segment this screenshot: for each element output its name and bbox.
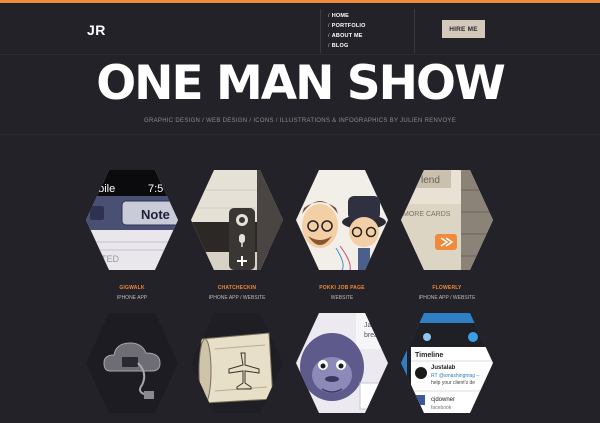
site-header: JR / HOME / PORTFOLIO / ABOUT ME / BLOG HIRE… <box>0 3 600 55</box>
portfolio-subtitle: IPHONE APP / WEBSITE <box>208 295 266 301</box>
twitter-art-timeline: Timeline <box>415 352 443 359</box>
portfolio-title[interactable]: CHATCHECKIN <box>182 285 292 291</box>
twitter-art-user: cjdowner <box>431 397 455 403</box>
gorilla-art-text: Ja <box>364 322 372 329</box>
bubble-icon <box>468 332 478 342</box>
site-logo[interactable]: JR <box>87 22 106 38</box>
gorilla-art-text: brea <box>364 332 378 339</box>
twitter-art-tweet: help your client's de <box>431 380 475 386</box>
gorilla-thumbnail: Ja brea <box>296 313 388 413</box>
portfolio-title[interactable]: FLOWERLY <box>392 285 502 291</box>
character-face-illustration <box>349 217 379 247</box>
twitter-art-tweet: RT @smashingmag – <box>431 373 479 379</box>
portfolio-caption <box>287 415 397 419</box>
portfolio-caption <box>77 415 187 419</box>
blueprint-thumbnail <box>191 313 283 413</box>
portfolio-title[interactable]: GIGWALK <box>77 285 187 291</box>
user-avatar-icon <box>415 367 427 379</box>
hire-me-button[interactable]: HIRE ME <box>442 20 485 38</box>
nav-item-blog[interactable]: / BLOG <box>328 41 414 51</box>
twitter-art-tweet: facebook <box>431 405 452 411</box>
portfolio-item-chatcheckin[interactable] <box>191 170 283 270</box>
portfolio-subtitle: IPHONE APP <box>116 295 148 301</box>
portfolio-title[interactable]: POKKI JOB PAGE <box>287 285 397 291</box>
gigwalk-art-carrier: obile <box>92 183 115 195</box>
drop-icon <box>423 333 431 341</box>
portfolio-caption: POKKI JOB PAGE WEBSITE <box>287 285 397 301</box>
flowerly-art-header: lend <box>421 175 440 186</box>
gigwalk-thumbnail: obile 7:5 Note DITED <box>86 170 178 270</box>
portfolio-item-gigwalk[interactable]: obile 7:5 Note DITED <box>86 170 178 270</box>
nav-item-about-me[interactable]: / ABOUT ME <box>328 31 414 41</box>
portfolio-item-twitter-app[interactable]: Timeline Justalab RT @smashingmag – help… <box>401 313 493 413</box>
flowerly-art-label: MORE CARDS <box>403 211 451 218</box>
portfolio-caption <box>392 415 502 419</box>
microphone-icon <box>239 234 245 243</box>
main-nav: / HOME / PORTFOLIO / ABOUT ME / BLOG <box>320 9 415 53</box>
hero-subtitle: GRAPHIC DESIGN / WEB DESIGN / ICONS / IL… <box>143 118 457 124</box>
portfolio-subtitle: WEBSITE <box>330 295 354 301</box>
gigwalk-art-note: Note <box>141 207 170 222</box>
nav-item-home[interactable]: / HOME <box>328 11 414 21</box>
portfolio-item-blueprint[interactable] <box>191 313 283 413</box>
chatcheckin-thumbnail <box>191 170 283 270</box>
hero-title: ONE MAN SHOW <box>96 56 506 111</box>
portfolio-item-gorilla[interactable]: Ja brea <box>296 313 388 413</box>
portfolio-caption: CHATCHECKIN IPHONE APP / WEBSITE <box>182 285 292 301</box>
portfolio-caption: FLOWERLY IPHONE APP / WEBSITE <box>392 285 502 301</box>
portfolio-caption <box>182 415 292 419</box>
twitter-app-thumbnail: Timeline Justalab RT @smashingmag – help… <box>401 313 493 413</box>
flowerly-thumbnail: lend MORE CARDS <box>401 170 493 270</box>
nav-item-portfolio[interactable]: / PORTFOLIO <box>328 21 414 31</box>
section-divider <box>0 134 600 135</box>
gigwalk-art-edited: DITED <box>92 254 120 264</box>
portfolio-item-pokki-job-page[interactable] <box>296 170 388 270</box>
pokki-thumbnail <box>296 170 388 270</box>
portfolio-caption: GIGWALK IPHONE APP <box>77 285 187 301</box>
portfolio-subtitle: IPHONE APP / WEBSITE <box>418 295 476 301</box>
twitter-art-user: Justalab <box>431 365 456 371</box>
gigwalk-art-time: 7:5 <box>148 183 163 195</box>
cloud-thumbnail <box>86 313 178 413</box>
portfolio-item-cloud[interactable] <box>86 313 178 413</box>
portfolio-item-flowerly[interactable]: lend MORE CARDS <box>401 170 493 270</box>
